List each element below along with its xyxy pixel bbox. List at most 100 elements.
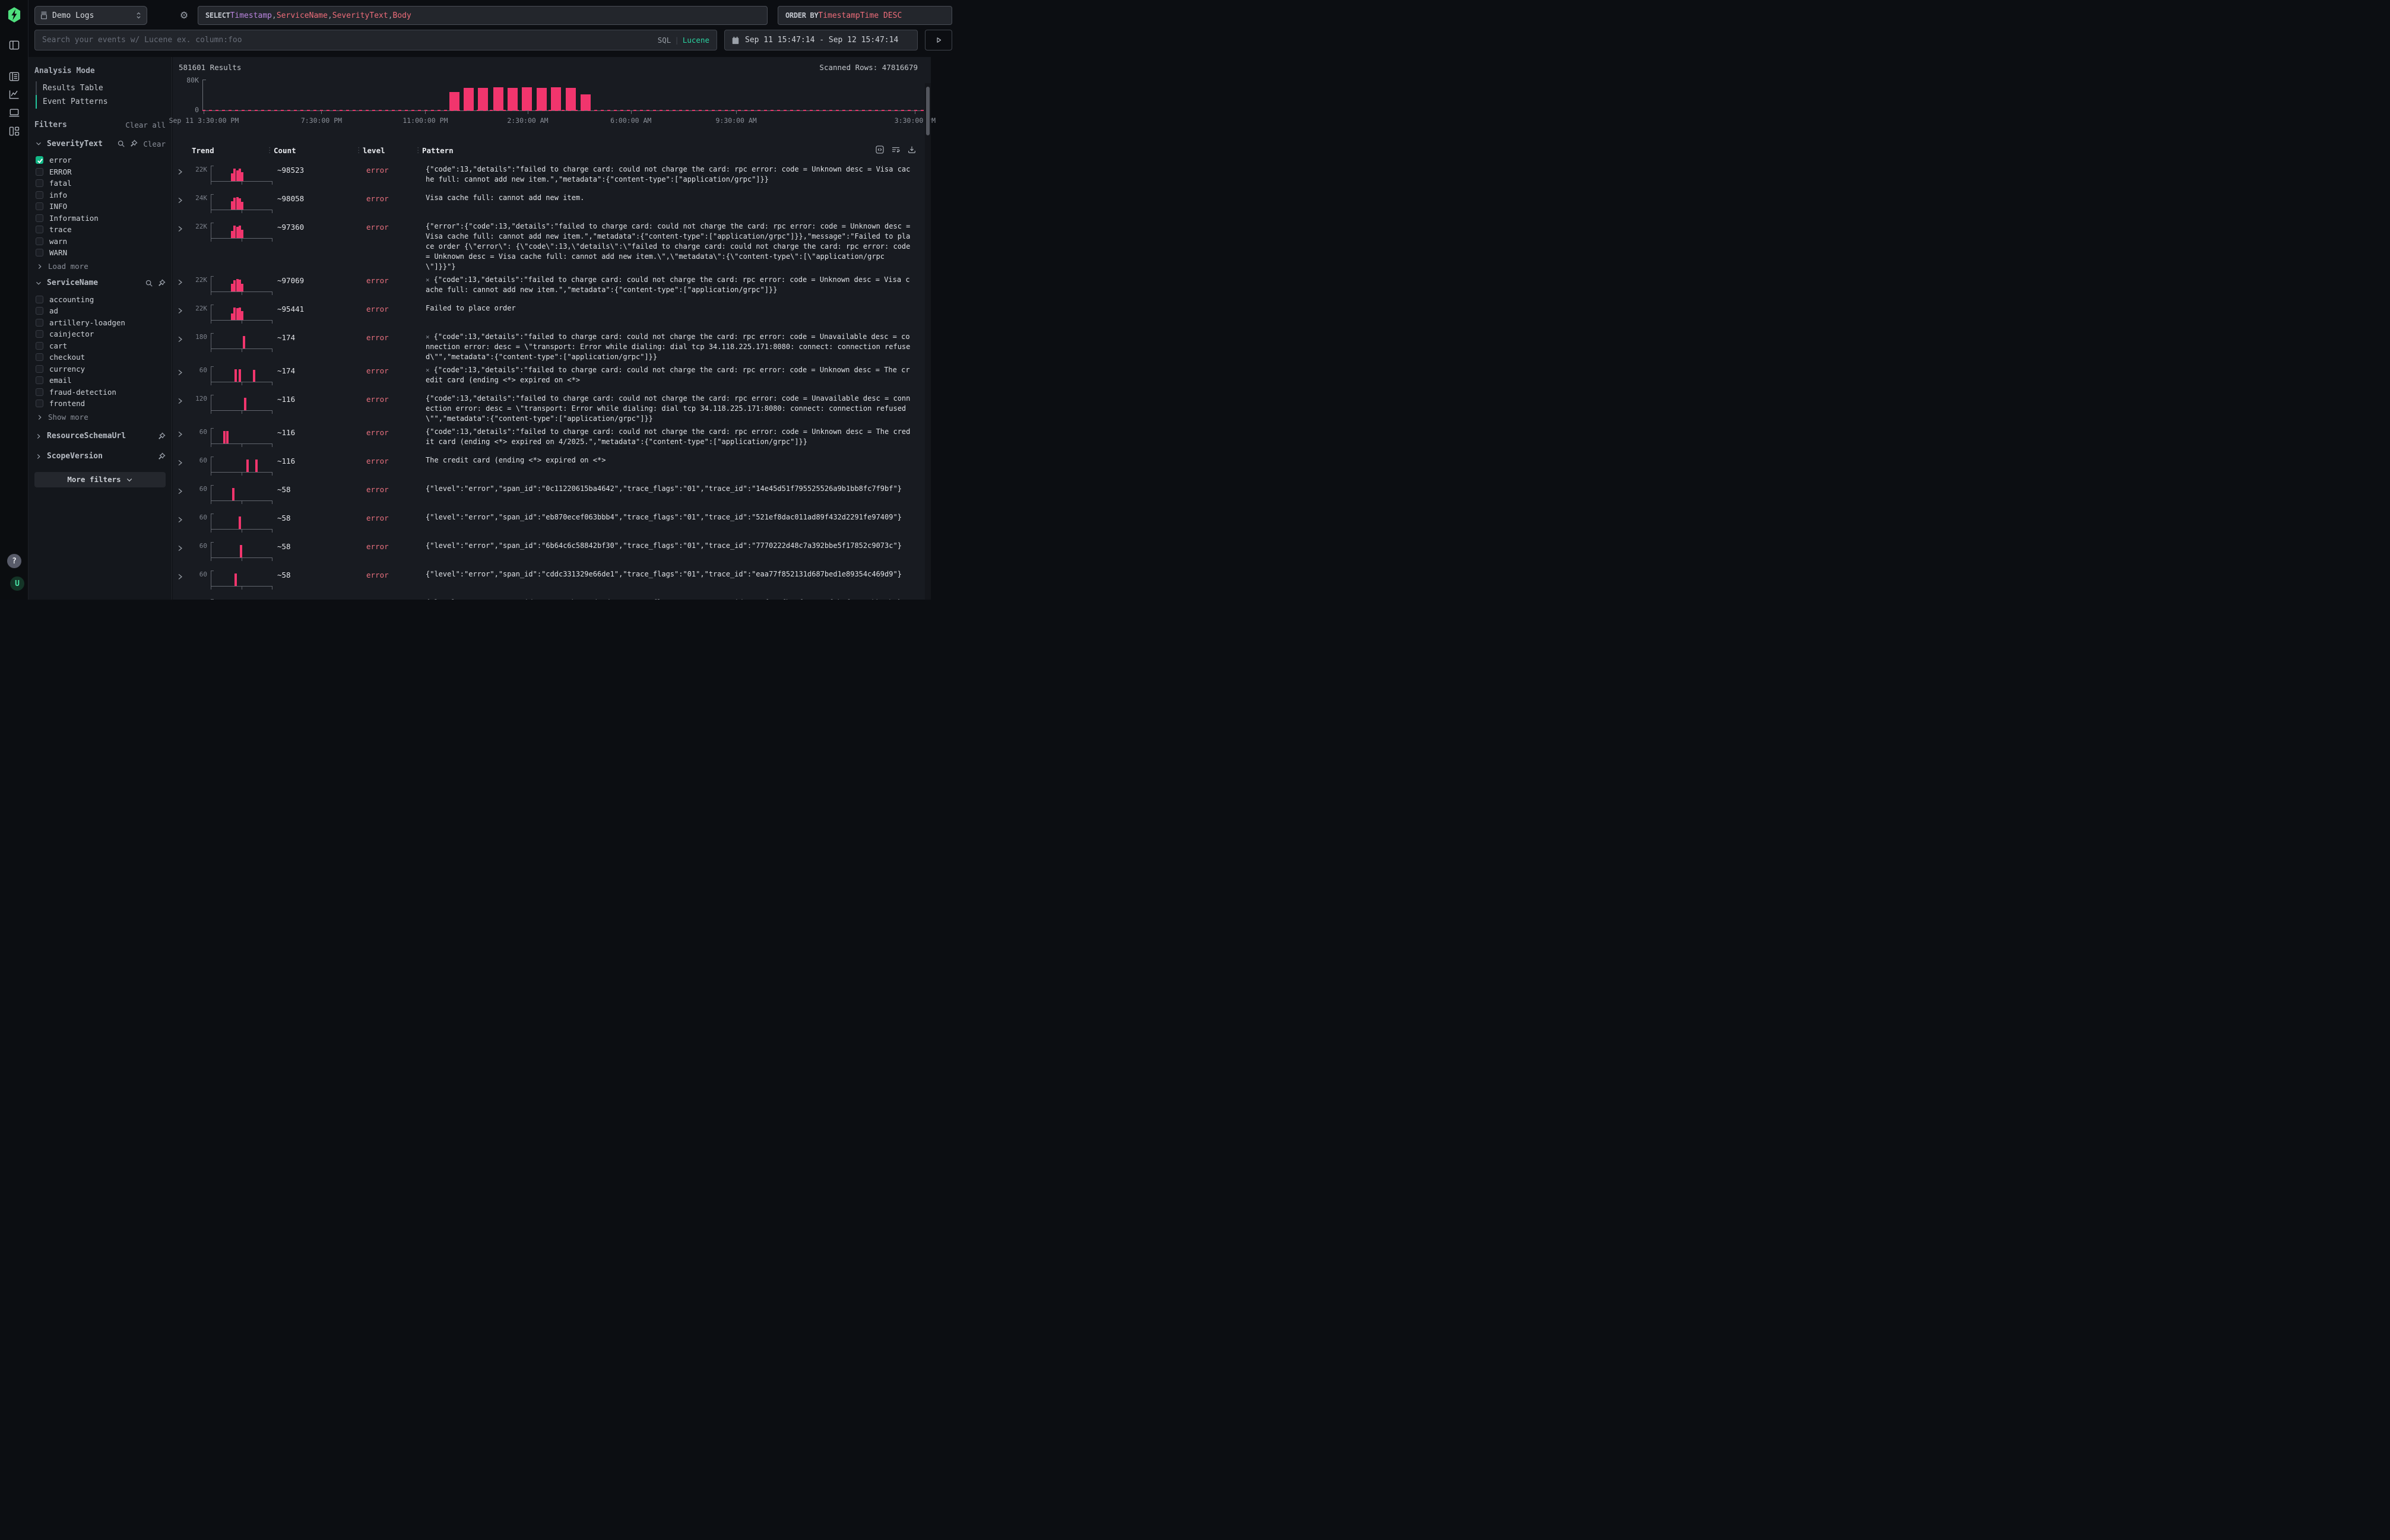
user-avatar[interactable]: U (10, 576, 24, 591)
expand-row-chevron-icon[interactable] (176, 225, 185, 233)
filter-option-error[interactable]: error (36, 154, 166, 166)
expand-row-chevron-icon[interactable] (176, 544, 185, 553)
checkbox[interactable] (36, 307, 43, 315)
checkbox[interactable] (36, 226, 43, 233)
expand-row-chevron-icon[interactable] (176, 197, 185, 205)
dismiss-x-icon[interactable]: × (426, 333, 430, 341)
chevron-right-icon[interactable] (34, 432, 43, 441)
expand-row-chevron-icon[interactable] (176, 573, 185, 581)
filter-group-resourceschemaurl[interactable]: ResourceSchemaUrl (34, 429, 166, 443)
table-row[interactable]: 60~58error{"level":"error","span_id":"33… (173, 595, 921, 600)
chevron-right-icon[interactable] (34, 452, 43, 461)
pin-icon[interactable] (129, 140, 138, 148)
events-histogram[interactable]: 80K 0 Sep 11 3:30:00 PM7:30:00 PM11:00:0… (173, 75, 931, 138)
column-header-count[interactable]: ⋮Count (274, 146, 363, 155)
load-more-link[interactable]: Show more (36, 411, 166, 423)
filter-option-currency[interactable]: currency (36, 363, 166, 375)
chevron-right-icon[interactable] (36, 413, 44, 422)
table-row[interactable]: 60~174error×{"code":13,"details":"failed… (173, 362, 921, 391)
sessions-icon[interactable] (8, 107, 20, 119)
histogram-bar[interactable] (522, 87, 532, 110)
histogram-bar[interactable] (581, 94, 591, 110)
filter-group-scopeversion[interactable]: ScopeVersion (34, 449, 166, 464)
filter-option-fatal[interactable]: fatal (36, 178, 166, 189)
chevron-right-icon[interactable] (36, 262, 44, 271)
checkbox[interactable] (36, 319, 43, 327)
clear-filter-button[interactable]: Clear (143, 140, 166, 148)
checkbox[interactable] (36, 179, 43, 187)
time-range-picker[interactable]: Sep 11 15:47:14 - Sep 12 15:47:14 (724, 30, 918, 50)
expand-row-chevron-icon[interactable] (176, 430, 185, 439)
table-row[interactable]: 22K~97069error×{"code":13,"details":"fai… (173, 272, 921, 300)
filter-option-information[interactable]: Information (36, 213, 166, 224)
filter-option-fraud-detection[interactable]: fraud-detection (36, 386, 166, 398)
checkbox[interactable] (36, 388, 43, 396)
histogram-bar[interactable] (493, 87, 503, 110)
filter-option-info[interactable]: INFO (36, 201, 166, 213)
chart-explorer-icon[interactable] (8, 88, 20, 100)
checkbox[interactable] (36, 214, 43, 222)
search-icon[interactable] (117, 140, 125, 148)
filter-option-warn[interactable]: WARN (36, 247, 166, 259)
filter-option-accounting[interactable]: accounting (36, 294, 166, 306)
filter-option-frontend[interactable]: frontend (36, 398, 166, 410)
table-row[interactable]: 24K~98058errorVisa cache full: cannot ad… (173, 190, 921, 218)
filter-option-trace[interactable]: trace (36, 224, 166, 236)
search-icon[interactable] (145, 279, 153, 287)
dashboards-icon[interactable] (8, 125, 20, 137)
table-row[interactable]: 120~116error{"code":13,"details":"failed… (173, 391, 921, 424)
checkbox[interactable] (36, 376, 43, 384)
column-header-trend[interactable]: Trend (192, 146, 274, 155)
table-row[interactable]: 22K~98523error{"code":13,"details":"fail… (173, 161, 921, 190)
table-row[interactable]: 180~174error×{"code":13,"details":"faile… (173, 329, 921, 362)
filter-option-ad[interactable]: ad (36, 305, 166, 317)
histogram-bar[interactable] (551, 87, 561, 110)
filter-option-email[interactable]: email (36, 375, 166, 386)
chevron-down-icon[interactable] (34, 279, 43, 287)
search-logs-icon[interactable] (8, 71, 20, 83)
histogram-bar[interactable] (566, 88, 576, 110)
source-select[interactable]: Demo Logs (34, 6, 147, 25)
histogram-bar[interactable] (449, 92, 459, 110)
sidebar-toggle-icon[interactable] (8, 39, 20, 51)
checkbox-checked[interactable] (36, 156, 43, 164)
checkbox[interactable] (36, 249, 43, 256)
hyperdx-logo-icon[interactable] (8, 7, 21, 23)
checkbox[interactable] (36, 296, 43, 303)
expand-row-chevron-icon[interactable] (176, 397, 185, 405)
scrollbar-thumb[interactable] (926, 87, 930, 135)
view-source-icon[interactable] (875, 145, 885, 154)
checkbox[interactable] (36, 342, 43, 350)
expand-row-chevron-icon[interactable] (176, 307, 185, 315)
filter-option-checkout[interactable]: checkout (36, 351, 166, 363)
expand-row-chevron-icon[interactable] (176, 278, 185, 287)
checkbox[interactable] (36, 237, 43, 245)
expand-row-chevron-icon[interactable] (176, 168, 185, 176)
checkbox[interactable] (36, 365, 43, 373)
pin-icon[interactable] (157, 452, 166, 461)
column-drag-handle[interactable]: ⋮ (355, 145, 363, 154)
search-input[interactable]: Search your events w/ Lucene ex. column:… (34, 30, 717, 50)
table-row[interactable]: 60~58error{"level":"error","span_id":"cd… (173, 566, 921, 595)
table-row[interactable]: 60~58error{"level":"error","span_id":"6b… (173, 538, 921, 566)
checkbox[interactable] (36, 191, 43, 199)
run-query-button[interactable] (925, 30, 952, 50)
filter-option-cart[interactable]: cart (36, 340, 166, 352)
column-drag-handle[interactable]: ⋮ (266, 145, 274, 154)
analysis-mode-results-table[interactable]: Results Table (36, 81, 166, 95)
expand-row-chevron-icon[interactable] (176, 516, 185, 524)
checkbox[interactable] (36, 202, 43, 210)
pin-icon[interactable] (157, 432, 166, 441)
filter-option-error[interactable]: ERROR (36, 166, 166, 178)
more-filters-button[interactable]: More filters (34, 472, 166, 487)
histogram-bar[interactable] (508, 88, 518, 110)
lucene-mode-button[interactable]: Lucene (683, 36, 709, 45)
clear-all-filters-button[interactable]: Clear all (125, 121, 166, 129)
filter-option-warn[interactable]: warn (36, 236, 166, 248)
table-row[interactable]: 60~58error{"level":"error","span_id":"eb… (173, 509, 921, 538)
checkbox[interactable] (36, 168, 43, 176)
filter-option-cainjector[interactable]: cainjector (36, 328, 166, 340)
expand-row-chevron-icon[interactable] (176, 459, 185, 467)
table-row[interactable]: 22K~95441errorFailed to place order (173, 300, 921, 329)
filter-option-artillery-loadgen[interactable]: artillery-loadgen (36, 317, 166, 329)
